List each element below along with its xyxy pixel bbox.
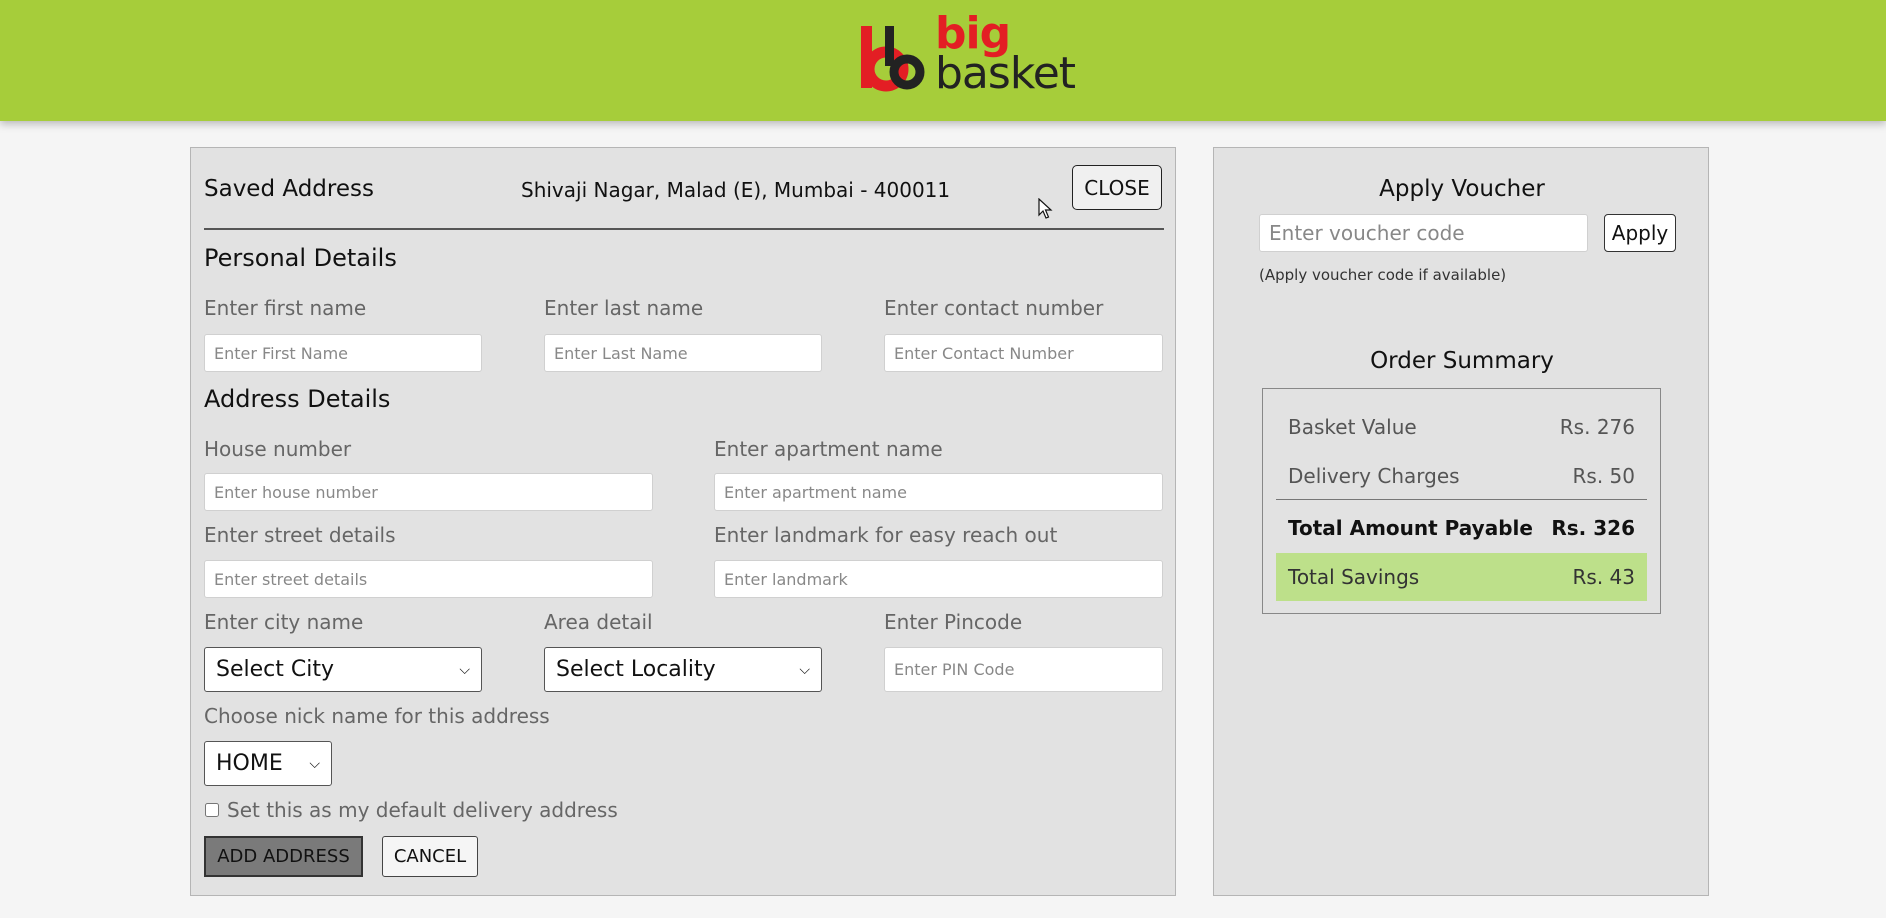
section-divider (204, 228, 1164, 230)
default-address-row: Set this as my default delivery address (205, 798, 618, 822)
order-summary-heading: Order Summary (1370, 348, 1554, 374)
saved-address-text: Shivaji Nagar, Malad (E), Mumbai - 40001… (521, 178, 951, 202)
voucher-code-input[interactable] (1259, 214, 1588, 252)
chevron-down-icon: ⌵ (309, 755, 320, 772)
chevron-down-icon: ⌵ (459, 661, 470, 678)
pincode-input[interactable] (884, 647, 1163, 692)
landmark-input[interactable] (714, 560, 1163, 598)
chevron-down-icon: ⌵ (799, 661, 810, 678)
apartment-name-label: Enter apartment name (714, 437, 943, 461)
cancel-button[interactable]: CANCEL (382, 836, 478, 877)
apply-voucher-button[interactable]: Apply (1604, 214, 1676, 252)
add-address-button[interactable]: ADD ADDRESS (204, 836, 363, 877)
first-name-input[interactable] (204, 334, 482, 372)
nickname-label: Choose nick name for this address (204, 704, 550, 728)
default-address-checkbox[interactable] (205, 803, 219, 817)
house-number-label: House number (204, 437, 352, 461)
area-label: Area detail (544, 610, 653, 634)
summary-row-total-payable: Total Amount Payable Rs. 326 (1276, 504, 1647, 552)
contact-number-label: Enter contact number (884, 296, 1104, 320)
locality-select-value: Select Locality (556, 657, 716, 682)
city-select-value: Select City (216, 657, 334, 682)
apply-voucher-heading: Apply Voucher (1379, 176, 1545, 202)
summary-row-value: Rs. 276 (1559, 415, 1635, 439)
savings-label: Total Savings (1288, 565, 1420, 589)
total-label: Total Amount Payable (1288, 516, 1533, 540)
house-number-input[interactable] (204, 473, 653, 511)
city-label: Enter city name (204, 610, 364, 634)
default-address-label: Set this as my default delivery address (227, 798, 618, 822)
last-name-label: Enter last name (544, 296, 704, 320)
close-button[interactable]: CLOSE (1072, 165, 1162, 210)
last-name-input[interactable] (544, 334, 822, 372)
site-header: big basket (0, 0, 1886, 121)
savings-value: Rs. 43 (1572, 565, 1635, 589)
saved-address-heading: Saved Address (204, 176, 374, 202)
total-value: Rs. 326 (1551, 516, 1635, 540)
apartment-name-input[interactable] (714, 473, 1163, 511)
pincode-label: Enter Pincode (884, 610, 1023, 634)
summary-row-basket-value: Basket Value Rs. 276 (1276, 403, 1647, 451)
bigbasket-logo[interactable]: big basket (859, 12, 1076, 98)
summary-divider (1276, 499, 1647, 500)
order-summary-table: Basket Value Rs. 276 Delivery Charges Rs… (1262, 388, 1661, 614)
personal-details-heading: Personal Details (204, 244, 397, 272)
nickname-select-value: HOME (216, 751, 283, 776)
landmark-label: Enter landmark for easy reach out (714, 523, 1058, 547)
voucher-note: (Apply voucher code if available) (1259, 266, 1507, 284)
checkout-summary-panel: Apply Voucher Apply (Apply voucher code … (1213, 147, 1709, 896)
logo-text-basket: basket (935, 48, 1076, 99)
summary-row-total-savings: Total Savings Rs. 43 (1276, 553, 1647, 601)
nickname-select[interactable]: HOME ⌵ (204, 741, 332, 786)
bb-logo-mark-icon (861, 26, 925, 92)
city-select[interactable]: Select City ⌵ (204, 647, 482, 692)
first-name-label: Enter first name (204, 296, 367, 320)
locality-select[interactable]: Select Locality ⌵ (544, 647, 822, 692)
address-form-panel: Saved Address Shivaji Nagar, Malad (E), … (190, 147, 1176, 896)
summary-row-label: Basket Value (1288, 415, 1417, 439)
mouse-pointer-icon (1038, 198, 1053, 219)
summary-row-label: Delivery Charges (1288, 464, 1460, 488)
contact-number-input[interactable] (884, 334, 1163, 372)
summary-row-value: Rs. 50 (1572, 464, 1635, 488)
street-details-input[interactable] (204, 560, 653, 598)
summary-row-delivery-charges: Delivery Charges Rs. 50 (1276, 452, 1647, 500)
street-details-label: Enter street details (204, 523, 396, 547)
address-details-heading: Address Details (204, 385, 391, 413)
